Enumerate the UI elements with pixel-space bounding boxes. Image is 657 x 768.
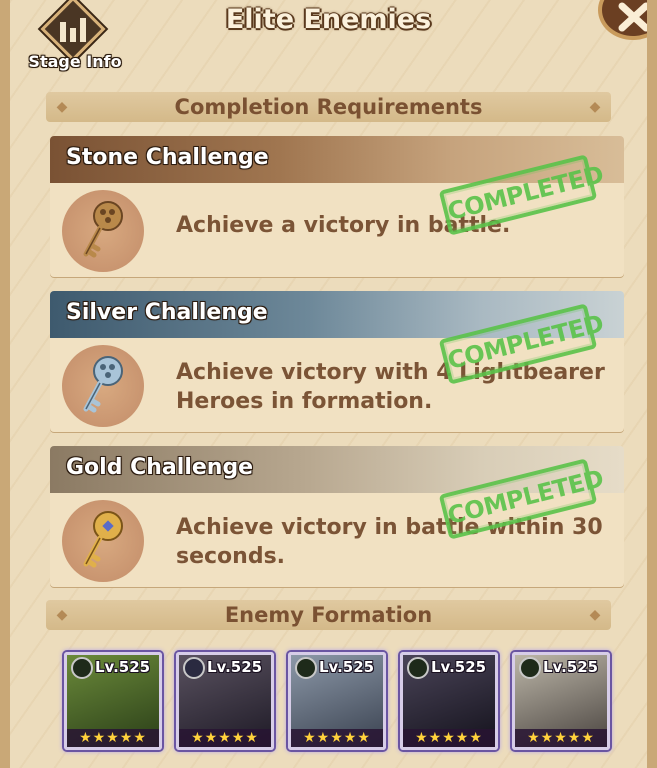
enemy-hero-card[interactable]: Lv.525 ★★★★★ xyxy=(400,652,498,750)
stone-challenge-card: Stone Challenge Achieve a victory in bat… xyxy=(50,136,624,277)
enemy-formation-header: ◆ Enemy Formation ◆ xyxy=(46,600,611,630)
silver-challenge-requirement: Achieve victory with 4 Lightbearer Heroe… xyxy=(176,360,605,414)
close-icon xyxy=(618,2,647,32)
enemy-hero-card[interactable]: Lv.525 ★★★★★ xyxy=(64,652,162,750)
stage-info-button[interactable]: Stage Info xyxy=(16,0,134,76)
wilder-faction-icon xyxy=(71,657,93,679)
enemy-stars: ★★★★★ xyxy=(291,729,383,747)
silver-key-icon xyxy=(83,356,123,413)
gold-key-badge xyxy=(62,500,144,582)
gold-challenge-requirement: Achieve victory in battle within 30 seco… xyxy=(176,515,603,569)
enemy-stars: ★★★★★ xyxy=(67,729,159,747)
celestial-faction-icon xyxy=(183,657,205,679)
ornament-left-icon: ◆ xyxy=(56,99,68,115)
ornament-right-icon: ◆ xyxy=(589,607,601,623)
enemy-level: Lv.525 xyxy=(319,658,375,676)
ornament-right-icon: ◆ xyxy=(589,99,601,115)
stage-info-label: Stage Info xyxy=(28,52,122,71)
wilder-faction-icon xyxy=(519,657,541,679)
stone-challenge-title: Stone Challenge xyxy=(66,145,269,170)
enemy-formation-row: Lv.525 ★★★★★ Lv.525 ★★★★★ Lv.525 ★★★★★ L… xyxy=(50,646,624,756)
enemy-level: Lv.525 xyxy=(543,658,599,676)
enemy-hero-card[interactable]: Lv.525 ★★★★★ xyxy=(512,652,610,750)
ornament-left-icon: ◆ xyxy=(56,607,68,623)
wilder-faction-icon xyxy=(407,657,429,679)
bar-chart-icon xyxy=(60,18,86,42)
stone-challenge-requirement: Achieve a victory in battle. xyxy=(176,213,511,238)
enemy-stars: ★★★★★ xyxy=(403,729,495,747)
enemy-level: Lv.525 xyxy=(431,658,487,676)
enemy-level: Lv.525 xyxy=(95,658,151,676)
gold-challenge-title: Gold Challenge xyxy=(66,455,254,480)
elite-enemies-panel: Elite Enemies Stage Info ◆ Completion Re… xyxy=(0,0,657,768)
stone-key-icon xyxy=(83,201,123,258)
completion-requirements-header: ◆ Completion Requirements ◆ xyxy=(46,92,611,122)
stone-key-badge xyxy=(62,190,144,272)
gold-key-icon xyxy=(83,511,123,568)
enemy-hero-card[interactable]: Lv.525 ★★★★★ xyxy=(288,652,386,750)
enemy-formation-label: Enemy Formation xyxy=(224,603,433,627)
gold-challenge-card: Gold Challenge Achieve victory in battle… xyxy=(50,446,624,587)
enemy-stars: ★★★★★ xyxy=(179,729,271,747)
completion-requirements-label: Completion Requirements xyxy=(174,95,483,119)
enemy-hero-card[interactable]: Lv.525 ★★★★★ xyxy=(176,652,274,750)
silver-challenge-title: Silver Challenge xyxy=(66,300,268,325)
enemy-level: Lv.525 xyxy=(207,658,263,676)
wilder-faction-icon xyxy=(295,657,317,679)
enemy-stars: ★★★★★ xyxy=(515,729,607,747)
silver-challenge-card: Silver Challenge Achieve victory with 4 … xyxy=(50,291,624,432)
silver-key-badge xyxy=(62,345,144,427)
